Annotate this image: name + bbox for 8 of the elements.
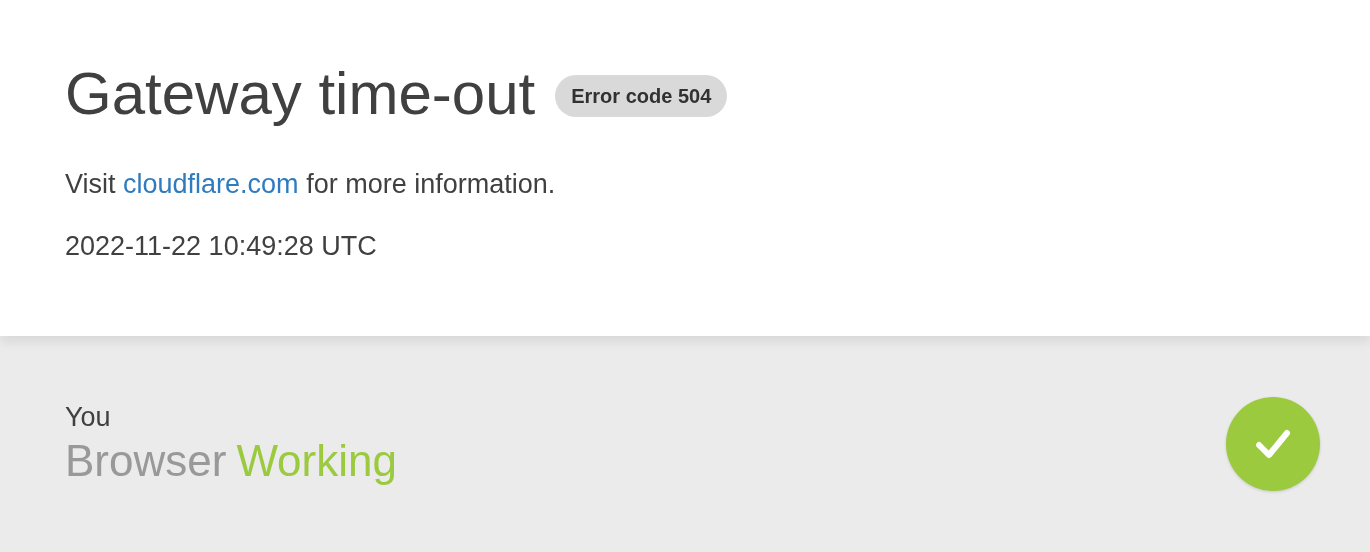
cloudflare-link[interactable]: cloudflare.com <box>123 169 299 199</box>
location-label: You <box>65 401 112 434</box>
page-title: Gateway time-out <box>65 59 536 129</box>
timestamp: 2022-11-22 10:49:28 UTC <box>65 230 378 263</box>
error-code-badge: Error code 504 <box>555 75 728 117</box>
status-text: Working <box>236 435 397 487</box>
component-name: Browser <box>65 435 227 487</box>
info-sentence: Visit cloudflare.com for more information. <box>65 168 557 201</box>
